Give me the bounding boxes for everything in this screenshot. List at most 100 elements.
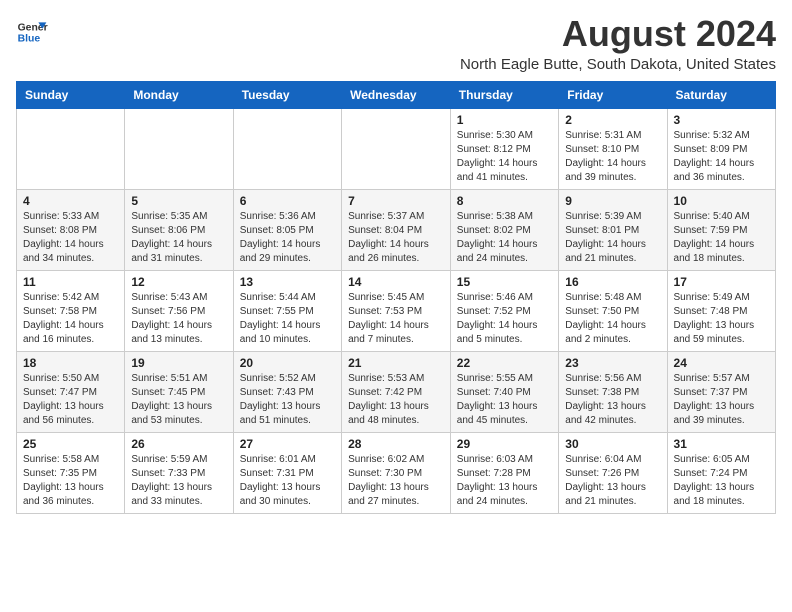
day-number-25: 25 (23, 437, 118, 451)
day-number-15: 15 (457, 275, 552, 289)
day-info-16: Sunrise: 5:48 AM Sunset: 7:50 PM Dayligh… (565, 291, 660, 347)
logo-icon: General Blue (16, 16, 48, 48)
day-number-20: 20 (240, 356, 335, 370)
day-cell-27: 27 Sunrise: 6:01 AM Sunset: 7:31 PM Dayli… (233, 433, 341, 514)
weekday-header-wednesday: Wednesday (342, 82, 451, 109)
day-info-24: Sunrise: 5:57 AM Sunset: 7:37 PM Dayligh… (674, 372, 769, 428)
day-cell-11: 11 Sunrise: 5:42 AM Sunset: 7:58 PM Dayli… (17, 271, 125, 352)
day-info-11: Sunrise: 5:42 AM Sunset: 7:58 PM Dayligh… (23, 291, 118, 347)
day-cell-31: 31Sunrise: 6:05 AM Sunset: 7:24 PM Dayli… (667, 433, 775, 514)
day-info-18: Sunrise: 5:50 AM Sunset: 7:47 PM Dayligh… (23, 372, 118, 428)
day-cell-8: 8 Sunrise: 5:38 AM Sunset: 8:02 PM Daylig… (450, 190, 558, 271)
day-info-21: Sunrise: 5:53 AM Sunset: 7:42 PM Dayligh… (348, 372, 444, 428)
day-cell-30: 30 Sunrise: 6:04 AM Sunset: 7:26 PM Dayli… (559, 433, 667, 514)
day-info-22: Sunrise: 5:55 AM Sunset: 7:40 PM Dayligh… (457, 372, 552, 428)
day-info-19: Sunrise: 5:51 AM Sunset: 7:45 PM Dayligh… (131, 372, 226, 428)
day-info-14: Sunrise: 5:45 AM Sunset: 7:53 PM Dayligh… (348, 291, 444, 347)
day-info-6: Sunrise: 5:36 AM Sunset: 8:05 PM Dayligh… (240, 210, 335, 266)
day-number-17: 17 (674, 275, 769, 289)
location-subtitle: North Eagle Butte, South Dakota, United … (460, 56, 776, 73)
day-cell-19: 19Sunrise: 5:51 AM Sunset: 7:45 PM Dayli… (125, 352, 233, 433)
day-number-29: 29 (457, 437, 552, 451)
weekday-header-sunday: Sunday (17, 82, 125, 109)
day-number-2: 2 (565, 113, 660, 127)
day-info-2: Sunrise: 5:31 AM Sunset: 8:10 PM Dayligh… (565, 129, 660, 185)
title-area: August 2024 North Eagle Butte, South Dak… (460, 16, 776, 73)
day-cell-10: 10 Sunrise: 5:40 AM Sunset: 7:59 PM Dayli… (667, 190, 775, 271)
day-info-3: Sunrise: 5:32 AM Sunset: 8:09 PM Dayligh… (674, 129, 769, 185)
day-cell-17: 17 Sunrise: 5:49 AM Sunset: 7:48 PM Dayli… (667, 271, 775, 352)
empty-cell (342, 109, 451, 190)
svg-text:Blue: Blue (18, 34, 41, 45)
empty-cell (125, 109, 233, 190)
day-info-13: Sunrise: 5:44 AM Sunset: 7:55 PM Dayligh… (240, 291, 335, 347)
day-cell-16: 16 Sunrise: 5:48 AM Sunset: 7:50 PM Dayli… (559, 271, 667, 352)
weekday-header-monday: Monday (125, 82, 233, 109)
day-number-22: 22 (457, 356, 552, 370)
day-info-7: Sunrise: 5:37 AM Sunset: 8:04 PM Dayligh… (348, 210, 444, 266)
day-cell-25: 25 Sunrise: 5:58 AM Sunset: 7:35 PM Dayli… (17, 433, 125, 514)
day-number-3: 3 (674, 113, 769, 127)
day-number-23: 23 (565, 356, 660, 370)
day-cell-26: 26Sunrise: 5:59 AM Sunset: 7:33 PM Dayli… (125, 433, 233, 514)
day-cell-12: 12Sunrise: 5:43 AM Sunset: 7:56 PM Dayli… (125, 271, 233, 352)
week-row-4: 25 Sunrise: 5:58 AM Sunset: 7:35 PM Dayli… (17, 433, 776, 514)
day-cell-28: 28 Sunrise: 6:02 AM Sunset: 7:30 PM Dayli… (342, 433, 451, 514)
calendar-table: SundayMondayTuesdayWednesdayThursdayFrid… (16, 81, 776, 514)
day-number-27: 27 (240, 437, 335, 451)
day-number-4: 4 (23, 194, 118, 208)
day-info-1: Sunrise: 5:30 AM Sunset: 8:12 PM Dayligh… (457, 129, 552, 185)
day-number-14: 14 (348, 275, 444, 289)
day-info-10: Sunrise: 5:40 AM Sunset: 7:59 PM Dayligh… (674, 210, 769, 266)
header: General Blue August 2024 North Eagle But… (16, 16, 776, 73)
day-info-31: Sunrise: 6:05 AM Sunset: 7:24 PM Dayligh… (674, 453, 769, 509)
day-info-5: Sunrise: 5:35 AM Sunset: 8:06 PM Dayligh… (131, 210, 226, 266)
day-info-29: Sunrise: 6:03 AM Sunset: 7:28 PM Dayligh… (457, 453, 552, 509)
day-cell-3: 3 Sunrise: 5:32 AM Sunset: 8:09 PM Daylig… (667, 109, 775, 190)
day-number-30: 30 (565, 437, 660, 451)
day-number-18: 18 (23, 356, 118, 370)
day-number-1: 1 (457, 113, 552, 127)
week-row-2: 11 Sunrise: 5:42 AM Sunset: 7:58 PM Dayli… (17, 271, 776, 352)
day-cell-5: 5 Sunrise: 5:35 AM Sunset: 8:06 PM Daylig… (125, 190, 233, 271)
week-row-0: 1 Sunrise: 5:30 AM Sunset: 8:12 PM Daylig… (17, 109, 776, 190)
day-info-17: Sunrise: 5:49 AM Sunset: 7:48 PM Dayligh… (674, 291, 769, 347)
day-info-15: Sunrise: 5:46 AM Sunset: 7:52 PM Dayligh… (457, 291, 552, 347)
weekday-header-row: SundayMondayTuesdayWednesdayThursdayFrid… (17, 82, 776, 109)
day-info-25: Sunrise: 5:58 AM Sunset: 7:35 PM Dayligh… (23, 453, 118, 509)
day-cell-22: 22 Sunrise: 5:55 AM Sunset: 7:40 PM Dayli… (450, 352, 558, 433)
day-info-23: Sunrise: 5:56 AM Sunset: 7:38 PM Dayligh… (565, 372, 660, 428)
week-row-1: 4Sunrise: 5:33 AM Sunset: 8:08 PM Daylig… (17, 190, 776, 271)
day-cell-6: 6 Sunrise: 5:36 AM Sunset: 8:05 PM Daylig… (233, 190, 341, 271)
day-info-28: Sunrise: 6:02 AM Sunset: 7:30 PM Dayligh… (348, 453, 444, 509)
empty-cell (17, 109, 125, 190)
day-info-27: Sunrise: 6:01 AM Sunset: 7:31 PM Dayligh… (240, 453, 335, 509)
day-cell-13: 13Sunrise: 5:44 AM Sunset: 7:55 PM Dayli… (233, 271, 341, 352)
day-number-5: 5 (131, 194, 226, 208)
weekday-header-thursday: Thursday (450, 82, 558, 109)
day-info-26: Sunrise: 5:59 AM Sunset: 7:33 PM Dayligh… (131, 453, 226, 509)
day-info-30: Sunrise: 6:04 AM Sunset: 7:26 PM Dayligh… (565, 453, 660, 509)
day-number-24: 24 (674, 356, 769, 370)
day-number-8: 8 (457, 194, 552, 208)
day-number-10: 10 (674, 194, 769, 208)
day-cell-18: 18 Sunrise: 5:50 AM Sunset: 7:47 PM Dayli… (17, 352, 125, 433)
weekday-header-saturday: Saturday (667, 82, 775, 109)
day-number-21: 21 (348, 356, 444, 370)
day-cell-7: 7Sunrise: 5:37 AM Sunset: 8:04 PM Daylig… (342, 190, 451, 271)
day-number-11: 11 (23, 275, 118, 289)
day-info-20: Sunrise: 5:52 AM Sunset: 7:43 PM Dayligh… (240, 372, 335, 428)
day-cell-2: 2 Sunrise: 5:31 AM Sunset: 8:10 PM Daylig… (559, 109, 667, 190)
day-number-16: 16 (565, 275, 660, 289)
month-year-title: August 2024 (460, 16, 776, 52)
day-cell-14: 14 Sunrise: 5:45 AM Sunset: 7:53 PM Dayli… (342, 271, 451, 352)
day-number-28: 28 (348, 437, 444, 451)
day-cell-1: 1 Sunrise: 5:30 AM Sunset: 8:12 PM Daylig… (450, 109, 558, 190)
day-cell-4: 4Sunrise: 5:33 AM Sunset: 8:08 PM Daylig… (17, 190, 125, 271)
day-number-6: 6 (240, 194, 335, 208)
day-info-9: Sunrise: 5:39 AM Sunset: 8:01 PM Dayligh… (565, 210, 660, 266)
day-info-12: Sunrise: 5:43 AM Sunset: 7:56 PM Dayligh… (131, 291, 226, 347)
day-info-8: Sunrise: 5:38 AM Sunset: 8:02 PM Dayligh… (457, 210, 552, 266)
week-row-3: 18 Sunrise: 5:50 AM Sunset: 7:47 PM Dayli… (17, 352, 776, 433)
day-cell-23: 23 Sunrise: 5:56 AM Sunset: 7:38 PM Dayli… (559, 352, 667, 433)
